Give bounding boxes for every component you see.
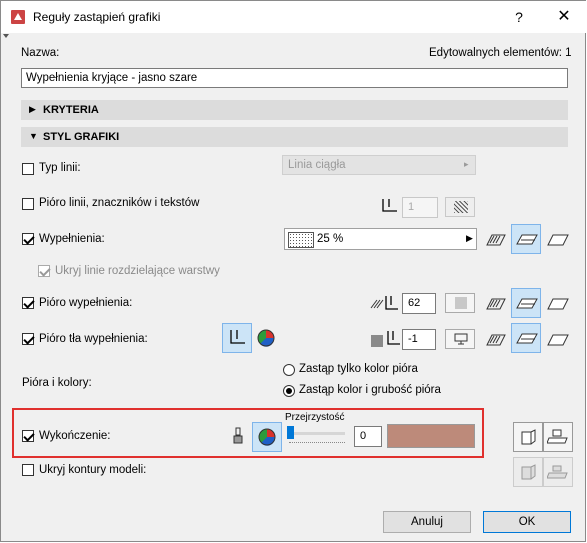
line-type-checkbox[interactable] [22,163,34,175]
bg-pen-square-icon [371,335,383,347]
chevron-down-icon: ▼ [29,131,38,141]
uncut-surface-button[interactable] [511,323,541,353]
chevron-right-icon: ▶ [29,104,36,114]
fill-value: 25 % [317,233,344,245]
fill-dropdown[interactable]: 25 % ▶ [284,228,477,250]
transparency-number[interactable]: 0 [354,426,382,447]
fill-pen-checkbox[interactable] [22,297,34,309]
line-pen-swatch[interactable] [445,197,475,217]
name-input[interactable]: Wypełnienia kryjące - jasno szare [21,68,568,88]
cube-icon [521,429,536,445]
uncut-surface-button[interactable] [511,288,541,318]
editable-count-label: Edytowalnych elementów: 1 [429,47,572,59]
pen-icon [230,330,245,344]
corner-marker-icon [3,34,9,38]
fill-label: Wypełnienia: [39,233,105,245]
uncut-surface-icon [516,234,538,245]
color-wheel-icon[interactable] [257,329,275,347]
radio-color-weight-label: Zastąp kolor i grubość pióra [299,384,441,396]
pen-mode-button[interactable] [222,323,252,353]
name-label: Nazwa: [21,47,60,59]
line-type-value: Linia ciągła [288,159,346,171]
section-style[interactable]: ▼ STYL GRAFIKI [21,127,568,147]
cancel-button[interactable]: Anuluj [383,511,471,533]
finish-model-button[interactable] [513,422,543,452]
finish-checkbox[interactable] [22,430,34,442]
bg-pen-label: Pióro tła wypełnienia: [39,333,148,345]
close-button[interactable]: ✕ [554,7,574,27]
help-button[interactable]: ? [509,7,529,27]
surface-paint-icon [547,429,568,444]
cut-surface-icon[interactable] [486,331,506,347]
slider-ticks [289,442,345,447]
uncut-surface-icon [516,298,538,309]
hide-contours-checkbox[interactable] [22,464,34,476]
cover-surface-icon[interactable] [547,295,569,311]
bg-pen-swatch[interactable] [445,329,475,349]
transparency-slider-thumb[interactable] [287,426,294,439]
radio-color-only[interactable] [283,364,295,376]
uncut-surface-icon [516,333,538,344]
dialog-window: Reguły zastąpień grafiki ? ✕ Nazwa: Edyt… [0,0,587,542]
pen-icon [387,331,400,345]
radio-color-weight[interactable] [283,385,295,397]
transparency-label: Przejrzystość [285,412,345,423]
line-pen-number[interactable]: 1 [402,197,438,218]
bg-pen-number[interactable]: -1 [402,329,436,350]
dropdown-arrow-icon: ▸ [464,159,469,169]
hide-lines-label: Ukryj linie rozdzielające warstwy [55,265,220,277]
fill-pen-icon [370,296,398,310]
section-criteria-label: KRYTERIA [43,104,99,116]
radio-color-only-label: Zastąp tylko kolor pióra [299,363,418,375]
title-bar: Reguły zastąpień grafiki ? ✕ [1,1,587,33]
line-type-dropdown[interactable]: Linia ciągła ▸ [282,155,476,175]
contour-surface-button[interactable] [543,457,573,487]
cut-surface-icon[interactable] [486,295,506,311]
cube-icon [521,464,536,480]
monitor-icon [454,333,468,345]
finish-surface-button[interactable] [543,422,573,452]
line-pen-label: Pióro linii, znaczników i tekstów [39,197,200,209]
hide-contours-label: Ukryj kontury modeli: [39,464,147,476]
color-mode-button[interactable] [252,422,282,452]
fill-pen-number[interactable]: 62 [402,293,436,314]
contour-model-button[interactable] [513,457,543,487]
section-style-label: STYL GRAFIKI [43,131,120,143]
cover-surface-icon[interactable] [547,231,569,247]
cut-surface-icon[interactable] [486,231,506,247]
surface-icon [547,465,568,479]
window-title: Reguły zastąpień grafiki [33,10,161,24]
app-icon [11,10,25,24]
bg-pen-checkbox[interactable] [22,333,34,345]
section-criteria[interactable]: ▶ KRYTERIA [21,100,568,120]
line-pen-checkbox[interactable] [22,198,34,210]
fill-checkbox[interactable] [22,233,34,245]
pens-colors-label: Pióra i kolory: [22,377,92,389]
line-type-label: Typ linii: [39,162,81,174]
uncut-surface-button[interactable] [511,224,541,254]
paint-brush-icon[interactable] [232,427,244,445]
fill-pattern-icon [288,232,314,248]
finish-color-swatch[interactable] [387,424,475,448]
color-wheel-icon [258,428,276,446]
transparency-slider-track[interactable] [289,432,345,435]
hide-lines-checkbox[interactable] [38,265,50,277]
dropdown-arrow-icon: ▶ [466,233,473,243]
fill-pen-swatch[interactable] [445,293,475,313]
cover-surface-icon[interactable] [547,331,569,347]
finish-label: Wykończenie: [39,430,111,442]
fill-pen-label: Pióro wypełnienia: [39,297,133,309]
pen-icon [382,199,397,212]
ok-button[interactable]: OK [483,511,571,533]
